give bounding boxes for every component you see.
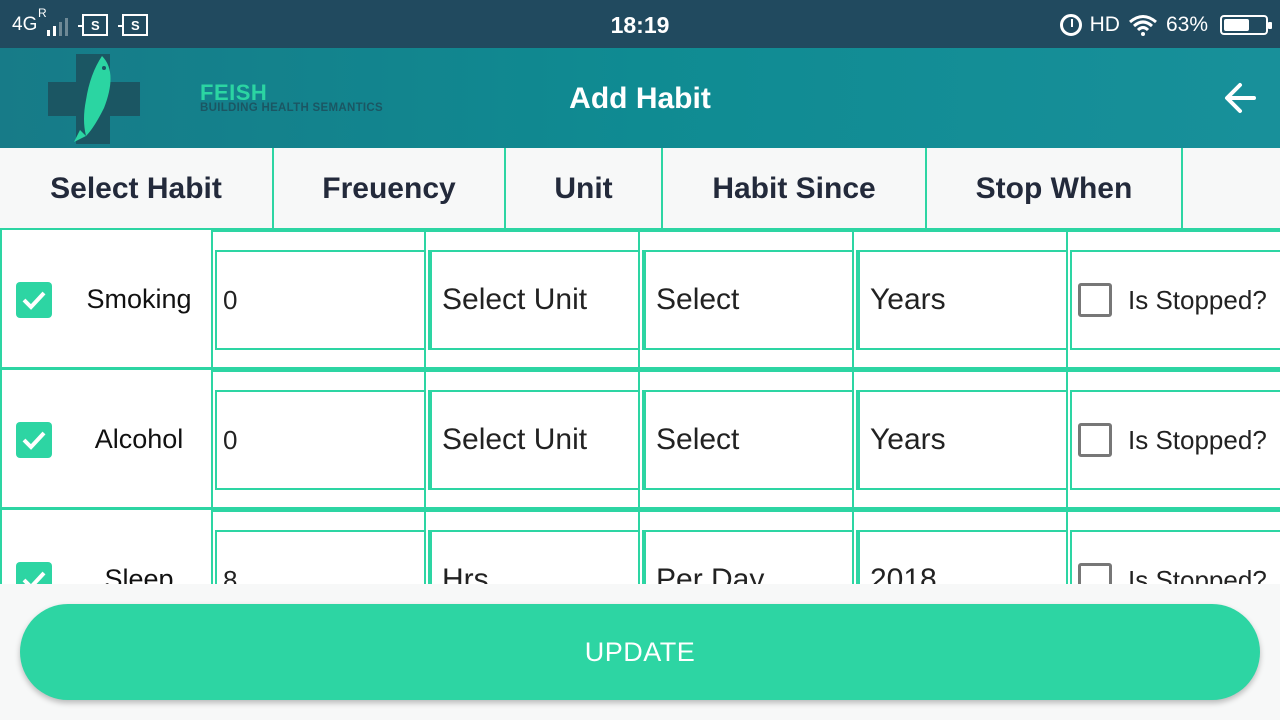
stop-cell: Is Stopped? xyxy=(1068,510,1280,584)
since-value-cell: Years xyxy=(854,370,1068,507)
is-stopped-toggle[interactable]: Is Stopped? xyxy=(1070,530,1280,584)
column-header-unit: Unit xyxy=(506,148,663,230)
footer: UPDATE xyxy=(0,584,1280,720)
is-stopped-checkbox[interactable] xyxy=(1078,563,1112,584)
is-stopped-checkbox[interactable] xyxy=(1078,423,1112,457)
habit-row-alcohol: Alcohol 0 Select Unit Select Years Is St… xyxy=(0,370,1280,510)
column-header-stop-when: Stop When xyxy=(927,148,1183,230)
app-bar: FEISH BUILDING HEALTH SEMANTICS Add Habi… xyxy=(0,48,1280,148)
since-unit-select[interactable]: Per Day xyxy=(642,530,852,584)
habit-checkbox[interactable] xyxy=(16,422,52,458)
stop-cell: Is Stopped? xyxy=(1068,370,1280,507)
column-headers: Select Habit Freuency Unit Habit Since S… xyxy=(0,148,1280,230)
status-right: HD 63% xyxy=(1059,10,1272,40)
unit-select[interactable]: Hrs xyxy=(428,530,638,584)
is-stopped-label: Is Stopped? xyxy=(1128,284,1267,315)
frequency-input[interactable]: 0 xyxy=(215,250,424,350)
habit-row-sleep: Sleep 8 Hrs Per Day 2018 Is Stopped? xyxy=(0,510,1280,584)
column-header-habit-since: Habit Since xyxy=(663,148,927,230)
frequency-cell: 0 xyxy=(213,370,426,507)
since-value-select[interactable]: Years xyxy=(856,390,1066,490)
frequency-cell: 8 xyxy=(213,510,426,584)
unit-cell: Select Unit xyxy=(426,230,640,367)
status-bar: 4G R S S 18:19 HD 63% xyxy=(0,0,1280,48)
since-value-select[interactable]: 2018 xyxy=(856,530,1066,584)
since-unit-select[interactable]: Select xyxy=(642,390,852,490)
page-title: Add Habit xyxy=(569,82,711,115)
habit-name: Smoking xyxy=(86,284,192,314)
frequency-input[interactable]: 0 xyxy=(215,390,424,490)
battery-percent: 63% xyxy=(1165,13,1208,36)
since-unit-cell: Select xyxy=(640,370,854,507)
unit-select[interactable]: Select Unit xyxy=(428,390,638,490)
stop-cell: Is Stopped? xyxy=(1068,230,1280,367)
unit-cell: Select Unit xyxy=(426,370,640,507)
since-value-cell: Years xyxy=(854,230,1068,367)
unit-cell: Hrs xyxy=(426,510,640,584)
checkmark-icon xyxy=(22,571,46,584)
is-stopped-toggle[interactable]: Is Stopped? xyxy=(1070,250,1280,350)
habit-row-smoking: Smoking 0 Select Unit Select Years Is St… xyxy=(0,230,1280,370)
habit-name: Alcohol xyxy=(94,424,184,454)
since-value-select[interactable]: Years xyxy=(856,250,1066,350)
checkmark-icon xyxy=(22,431,46,450)
arrow-left-icon xyxy=(1225,83,1256,113)
since-unit-select[interactable]: Select xyxy=(642,250,852,350)
is-stopped-checkbox[interactable] xyxy=(1078,283,1112,317)
since-unit-cell: Select xyxy=(640,230,854,367)
habit-list[interactable]: Smoking 0 Select Unit Select Years Is St… xyxy=(0,228,1280,584)
is-stopped-label: Is Stopped? xyxy=(1128,424,1267,455)
column-header-empty xyxy=(1183,148,1280,230)
back-button[interactable] xyxy=(1220,78,1260,118)
battery-fill xyxy=(1224,19,1250,31)
habit-select-cell: Alcohol xyxy=(0,370,213,507)
checkmark-icon xyxy=(22,291,46,310)
unit-select[interactable]: Select Unit xyxy=(428,250,638,350)
is-stopped-label: Is Stopped? xyxy=(1128,564,1267,585)
hd-indicator: HD xyxy=(1089,13,1120,36)
is-stopped-toggle[interactable]: Is Stopped? xyxy=(1070,390,1280,490)
since-unit-cell: Per Day xyxy=(640,510,854,584)
update-button[interactable]: UPDATE xyxy=(20,604,1260,700)
frequency-cell: 0 xyxy=(213,230,426,367)
habit-select-cell: Smoking xyxy=(0,230,213,367)
column-header-select-habit: Select Habit xyxy=(0,148,274,230)
battery-icon xyxy=(1220,15,1272,35)
habit-checkbox[interactable] xyxy=(16,562,52,584)
column-header-frequency: Freuency xyxy=(274,148,506,230)
habit-name: Sleep xyxy=(104,564,174,584)
wifi-icon xyxy=(1129,15,1157,36)
frequency-input[interactable]: 8 xyxy=(215,530,424,584)
since-value-cell: 2018 xyxy=(854,510,1068,584)
alarm-icon xyxy=(1059,14,1082,36)
habit-select-cell: Sleep xyxy=(0,510,213,584)
habit-checkbox[interactable] xyxy=(16,282,52,318)
